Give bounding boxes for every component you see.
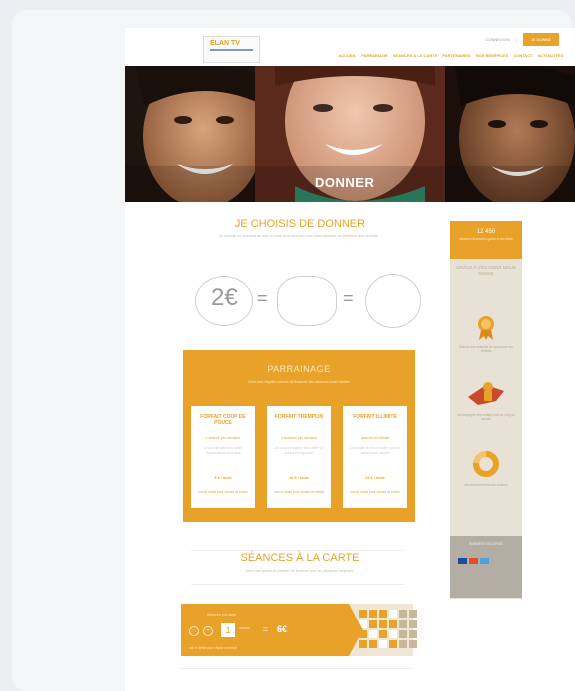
- plus-icon[interactable]: +: [203, 626, 213, 636]
- donate-heading: JE CHOISIS DE DONNER: [234, 218, 366, 230]
- nav-item[interactable]: CONTACT: [513, 53, 532, 58]
- seances-heading: SÉANCES À LA CARTE: [240, 552, 360, 564]
- seances-widget: Séances à la carte − + 1 séance = 6€ voi…: [181, 604, 417, 656]
- plan-price: 16 € / mois: [289, 476, 309, 480]
- divider: [191, 550, 405, 551]
- equals-sign: =: [257, 288, 268, 308]
- payment-box: PAIEMENT SÉCURISÉ: [450, 536, 522, 598]
- donut-chart-icon: [473, 451, 499, 477]
- plan-card[interactable]: FORFAIT TREMPLIN 2 séances par semaine U…: [267, 406, 331, 508]
- hero-title: DONNER: [315, 175, 375, 190]
- plan-frequency: 1 séance par semaine: [205, 436, 241, 440]
- plan-card[interactable]: FORFAIT ILLIMITÉ séances en illimité Le …: [343, 406, 407, 508]
- header-actions: CONNEXION | JE DONNE: [485, 33, 559, 46]
- medal-icon: [478, 316, 494, 340]
- plan-link[interactable]: voir le détail pour choisir ce forfait: [191, 490, 255, 495]
- separator-icon: |: [515, 37, 517, 42]
- nav-item[interactable]: PARRAINAGE: [361, 53, 388, 58]
- plan-description: Le don de base pour aider régulièrement …: [203, 446, 243, 455]
- visa-card-icon: [458, 558, 467, 564]
- nav-item[interactable]: NOS BÉNÉFICES: [476, 53, 509, 58]
- seance-count[interactable]: 1: [221, 623, 235, 637]
- plan-name: FORFAIT COUP DE POUCE: [200, 414, 246, 426]
- equals-sign: =: [263, 624, 269, 634]
- hero-banner: DONNER: [125, 66, 575, 202]
- equals-sign: =: [343, 288, 354, 308]
- plan-description: Un soutien régulier pour aider un enfant…: [274, 446, 324, 455]
- plan-link[interactable]: voir le détail pour choisir ce forfait: [343, 490, 407, 495]
- seances-subtitle: Votre don ponctuel permet de financer un…: [244, 569, 354, 573]
- seance-price: 6€: [277, 624, 288, 634]
- stat-label: des dons reversés aux actions: [464, 483, 508, 487]
- plan-price: 8 € / mois: [214, 476, 232, 480]
- payment-title: PAIEMENT SÉCURISÉ: [468, 542, 504, 546]
- seances-card-label: Séances à la carte: [207, 613, 236, 617]
- site-header: ÉLAN TV CONNEXION | JE DONNE ACCUEIL PAR…: [125, 28, 575, 66]
- plan-description: Le soutien le plus complet pour un enfan…: [349, 446, 401, 455]
- plan-frequency: séances en illimité: [360, 436, 390, 440]
- divider: [181, 668, 413, 669]
- donate-button[interactable]: JE DONNE: [522, 33, 559, 46]
- nav-item[interactable]: PARTENAIRES: [442, 53, 470, 58]
- sponsorship-subtitle: Votre don régulier permet de financer de…: [248, 380, 350, 384]
- login-link[interactable]: CONNEXION: [485, 37, 509, 42]
- webpage-preview: ÉLAN TV CONNEXION | JE DONNE ACCUEIL PAR…: [125, 28, 575, 691]
- nav-item[interactable]: SÉANCES À LA CARTE: [393, 53, 438, 58]
- payment-cards: [458, 558, 489, 564]
- divider: [191, 584, 405, 585]
- stat-label: accompagné des enfants tout au long de l…: [457, 413, 515, 422]
- donate-intro: Je choisis un montant de don et vous le …: [219, 234, 379, 238]
- calendar-grid: [359, 610, 417, 648]
- stat-label: financé des séances de sport pour les en…: [459, 345, 513, 354]
- logo-underline: [210, 49, 253, 51]
- plan-price: 24 € / mois: [365, 476, 385, 480]
- gym-sketch-icon: [277, 276, 337, 326]
- sponsorship-section: PARRAINAGE Votre don régulier permet de …: [183, 350, 415, 522]
- plan-name: FORFAIT TREMPLIN: [274, 414, 324, 420]
- donation-amount: 2€: [211, 284, 238, 311]
- stat-number: 12 450: [476, 229, 496, 235]
- nav-item[interactable]: ACTUALITÉS: [538, 53, 563, 58]
- grace-heading: GRÂCE À VOS DONS NOUS AVONS: [456, 265, 516, 276]
- donation-equation: 2€ = =: [187, 274, 427, 328]
- logo-text: ÉLAN TV: [210, 40, 240, 47]
- plan-link[interactable]: voir le détail pour choisir ce forfait: [267, 490, 331, 495]
- arrow-shape: [349, 604, 363, 656]
- main-nav: ACCUEIL PARRAINAGE SÉANCES À LA CARTE PA…: [338, 53, 563, 58]
- seance-unit: séance: [239, 626, 251, 630]
- site-logo[interactable]: ÉLAN TV: [203, 36, 260, 63]
- stat-box: 12 450 séances financées grâce à vos don…: [450, 221, 522, 259]
- amex-card-icon: [480, 558, 489, 564]
- nav-item[interactable]: ACCUEIL: [338, 53, 356, 58]
- hero-icon: [468, 382, 504, 405]
- screenshot-frame: ÉLAN TV CONNEXION | JE DONNE ACCUEIL PAR…: [0, 0, 575, 691]
- stat-caption: séances financées grâce à vos dons: [459, 237, 513, 241]
- sponsorship-title: PARRAINAGE: [267, 364, 331, 374]
- plan-frequency: 2 séances par semaine: [280, 436, 318, 440]
- minus-icon[interactable]: −: [189, 626, 199, 636]
- plan-name: FORFAIT ILLIMITÉ: [353, 414, 397, 420]
- plan-card[interactable]: FORFAIT COUP DE POUCE 1 séance par semai…: [191, 406, 255, 508]
- mastercard-card-icon: [469, 558, 478, 564]
- seance-link[interactable]: voir le détail pour choisir ce forfait: [189, 646, 236, 650]
- child-sketch-icon: [365, 274, 421, 328]
